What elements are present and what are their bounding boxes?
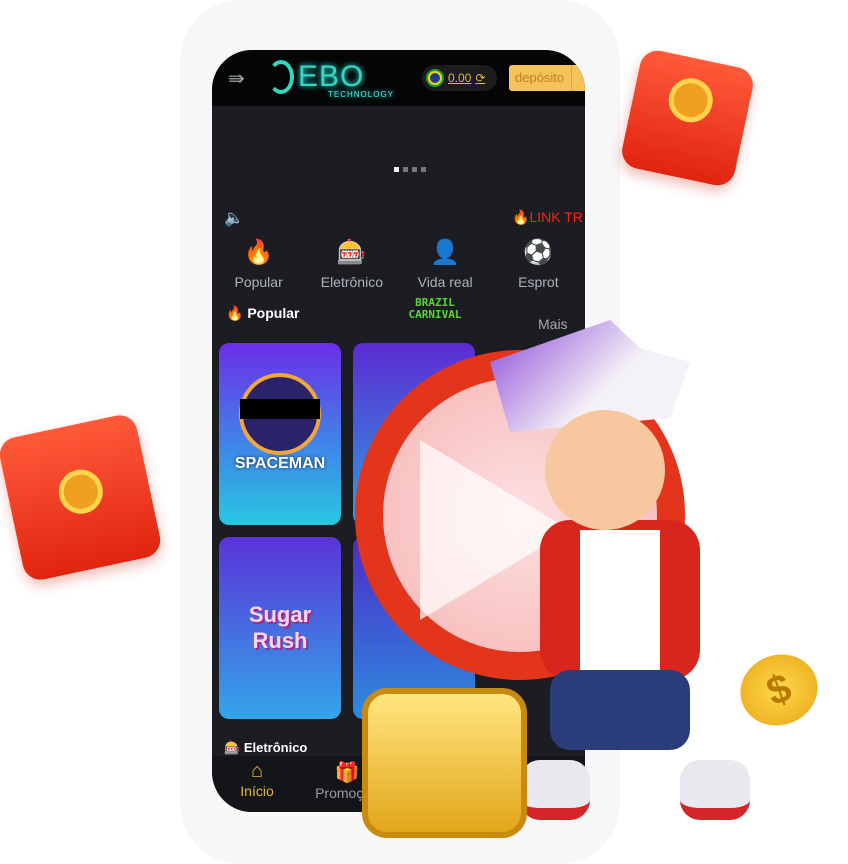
home-icon: ⌂	[250, 760, 264, 782]
brazil-flag-icon	[426, 69, 444, 87]
deposit-button[interactable]: depósito	[509, 65, 585, 91]
tab-popular[interactable]: 🔥 Popular	[212, 238, 305, 290]
slot-machine-icon: 🎰	[336, 239, 367, 266]
menu-icon[interactable]: ⇛	[228, 66, 245, 91]
nav-inicio[interactable]: ⌂ Início	[212, 756, 302, 812]
live-dealer-icon: 👤	[430, 239, 461, 266]
game-tile-spaceman[interactable]: SPACEMAN	[219, 343, 341, 525]
banner-carousel[interactable]	[212, 106, 585, 196]
logo-mark-icon	[268, 60, 294, 94]
brazil-carnival-banner: BRAZIL CARNIVAL	[408, 296, 462, 321]
chevron-down-icon[interactable]	[571, 65, 585, 91]
redaction-bar	[240, 399, 320, 419]
red-envelope-icon	[0, 412, 164, 583]
app-header: ⇛ EBO TECHNOLOGY 0.00 ⟳ depósito	[212, 50, 585, 106]
flame-icon: 🔥	[243, 239, 274, 266]
marquee-text: 🔥LINK TR	[512, 209, 583, 225]
treasure-chest-icon	[362, 688, 527, 838]
game-tile-sugar-rush[interactable]: Sugar Rush	[219, 537, 341, 719]
tab-eletronico[interactable]: 🎰 Eletrônico	[305, 238, 398, 290]
refresh-icon[interactable]: ⟳	[475, 71, 485, 85]
balance-pill: 0.00 ⟳	[422, 65, 497, 91]
category-tabs: 🔥 Popular 🎰 Eletrônico 👤 Vida real ⚽ Esprot	[212, 238, 585, 290]
red-envelope-icon	[618, 47, 757, 189]
tab-vida-real[interactable]: 👤 Vida real	[399, 238, 492, 290]
logo: EBO TECHNOLOGY	[298, 60, 395, 99]
speaker-icon: 🔈	[224, 210, 244, 227]
tab-esprot[interactable]: ⚽ Esprot	[492, 238, 585, 290]
carousel-dots[interactable]	[394, 167, 426, 172]
section-title-eletronico: 🎰 Eletrônico	[224, 740, 308, 755]
balance-value: 0.00	[448, 71, 472, 85]
section-title: 🔥 Popular	[226, 305, 300, 321]
soccer-ball-icon: ⚽	[523, 239, 554, 266]
